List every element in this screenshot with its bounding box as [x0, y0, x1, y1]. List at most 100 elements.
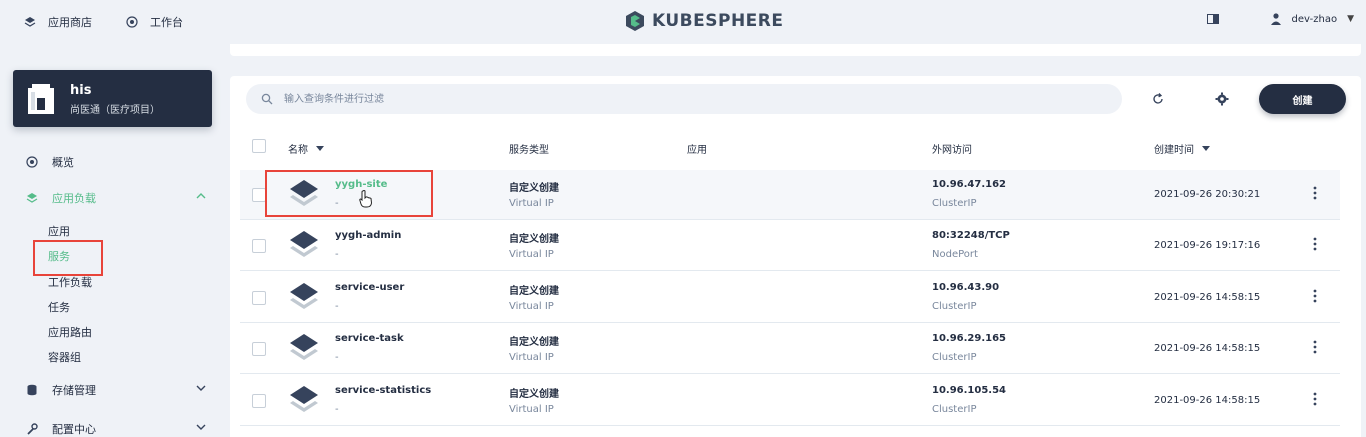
hand-cursor-icon: [359, 190, 373, 208]
column-header-label: 创建时间: [1154, 145, 1194, 156]
sidebar-item-label: 概览: [52, 156, 74, 169]
column-header-name[interactable]: 名称: [288, 141, 324, 156]
sidebar-item-workloads[interactable]: 应用负载: [26, 188, 206, 208]
external-access: 10.96.43.90: [932, 282, 1000, 293]
layers-icon: [24, 17, 36, 27]
row-checkbox[interactable]: [252, 239, 266, 253]
service-name-link[interactable]: service-task: [335, 333, 404, 344]
column-header-label: 服务类型: [509, 145, 549, 156]
service-icon: [290, 283, 318, 309]
external-access: 10.96.47.162: [932, 179, 1007, 190]
sidebar-subitem-routes[interactable]: 应用路由: [48, 324, 92, 340]
access-type: ClusterIP: [932, 352, 977, 363]
project-card[interactable]: his 尚医通（医疗项目）: [13, 70, 212, 127]
sidebar-subitem-pods[interactable]: 容器组: [48, 349, 81, 365]
sidebar-subitem-workloads[interactable]: 工作负载: [48, 274, 92, 290]
access-type: ClusterIP: [932, 404, 977, 415]
search-input[interactable]: [284, 84, 1104, 114]
chevron-up-icon[interactable]: [196, 191, 206, 201]
row-checkbox[interactable]: [252, 291, 266, 305]
created-time: 2021-09-26 14:58:15: [1154, 343, 1261, 354]
sidebar-item-label: 应用负载: [52, 192, 96, 205]
dashboard-icon: [126, 16, 138, 28]
database-icon: [27, 384, 37, 396]
service-ip-type: Virtual IP: [509, 352, 554, 363]
chevron-down-icon[interactable]: [196, 422, 206, 432]
service-desc: -: [335, 352, 339, 363]
workbench-label: 工作台: [150, 16, 183, 29]
service-desc: -: [335, 301, 339, 312]
user-menu-caret-icon[interactable]: ▼: [1347, 14, 1354, 24]
row-checkbox[interactable]: [252, 342, 266, 356]
username[interactable]: dev-zhao: [1291, 14, 1337, 25]
sidebar-item-overview[interactable]: 概览: [26, 152, 206, 172]
service-name-link[interactable]: yygh-admin: [335, 230, 401, 241]
table-row[interactable]: service-statistics - 自定义创建 Virtual IP 10…: [240, 376, 1340, 426]
service-type: 自定义创建: [509, 183, 559, 194]
more-actions-icon[interactable]: [1312, 391, 1318, 407]
column-header-app: 应用: [687, 141, 707, 156]
column-header-label: 外网访问: [932, 145, 972, 156]
more-actions-icon[interactable]: [1312, 185, 1318, 201]
project-name: his: [70, 83, 92, 98]
sort-down-icon[interactable]: [316, 146, 324, 151]
service-ip-type: Virtual IP: [509, 249, 554, 260]
refresh-icon[interactable]: [1151, 92, 1165, 106]
column-header-label: 应用: [687, 145, 707, 156]
kubesphere-logo-icon: [626, 11, 644, 31]
service-desc: -: [335, 249, 339, 260]
search-icon: [261, 93, 273, 105]
service-type: 自定义创建: [509, 389, 559, 400]
service-icon: [290, 386, 318, 412]
created-time: 2021-09-26 14:58:15: [1154, 292, 1261, 303]
logo-text: KUBESPHERE: [652, 11, 784, 31]
service-icon: [290, 334, 318, 360]
table-row[interactable]: service-task - 自定义创建 Virtual IP 10.96.29…: [240, 324, 1340, 374]
sidebar-subitem-jobs[interactable]: 任务: [48, 299, 70, 315]
service-type: 自定义创建: [509, 337, 559, 348]
highlight-box-service-name: [265, 170, 433, 217]
created-time: 2021-09-26 14:58:15: [1154, 395, 1261, 406]
gear-icon[interactable]: [1215, 92, 1229, 106]
project-icon: [28, 84, 54, 114]
column-header-service-type: 服务类型: [509, 141, 549, 156]
row-checkbox[interactable]: [252, 394, 266, 408]
app-store-link[interactable]: 应用商店: [24, 14, 92, 30]
column-header-created[interactable]: 创建时间: [1154, 141, 1210, 156]
workbench-link[interactable]: 工作台: [126, 14, 183, 30]
table-row[interactable]: service-user - 自定义创建 Virtual IP 10.96.43…: [240, 273, 1340, 323]
sidebar-item-config[interactable]: 配置中心: [26, 419, 206, 437]
create-button[interactable]: 创建: [1259, 84, 1346, 114]
service-ip-type: Virtual IP: [509, 198, 554, 209]
table-row[interactable]: yygh-admin - 自定义创建 Virtual IP 80:32248/T…: [240, 221, 1340, 271]
external-access: 10.96.105.54: [932, 385, 1007, 396]
user-icon: [1271, 13, 1282, 25]
access-type: ClusterIP: [932, 301, 977, 312]
service-ip-type: Virtual IP: [509, 404, 554, 415]
layers-icon: [26, 193, 38, 203]
service-ip-type: Virtual IP: [509, 301, 554, 312]
service-name-link[interactable]: service-statistics: [335, 385, 431, 396]
service-name-link[interactable]: service-user: [335, 282, 404, 293]
service-list-panel: 创建 名称 服务类型 应用 外网访问 创建时间 yygh-site - 自定义创…: [230, 76, 1361, 437]
kubesphere-logo[interactable]: KUBESPHERE: [624, 10, 784, 32]
created-time: 2021-09-26 20:30:21: [1154, 189, 1261, 200]
access-type: NodePort: [932, 249, 978, 260]
more-actions-icon[interactable]: [1312, 288, 1318, 304]
column-header-label: 名称: [288, 145, 308, 156]
sidebar-item-storage[interactable]: 存储管理: [26, 380, 206, 400]
layout-toggle-icon[interactable]: [1207, 14, 1220, 24]
more-actions-icon[interactable]: [1312, 236, 1318, 252]
chevron-down-icon[interactable]: [196, 383, 206, 393]
sort-down-icon[interactable]: [1202, 146, 1210, 151]
toolbar: 创建: [246, 84, 1346, 114]
sidebar-subitem-apps[interactable]: 应用: [48, 223, 70, 239]
select-all-checkbox[interactable]: [252, 139, 266, 153]
main-header-panel: [230, 44, 1361, 56]
search-bar[interactable]: [246, 84, 1122, 114]
highlight-box-services-nav: [33, 240, 103, 276]
more-actions-icon[interactable]: [1312, 339, 1318, 355]
row-checkbox[interactable]: [252, 188, 266, 202]
wrench-icon: [27, 423, 38, 435]
top-bar: 应用商店 工作台 KUBESPHERE dev-zhao ▼: [0, 0, 1366, 44]
